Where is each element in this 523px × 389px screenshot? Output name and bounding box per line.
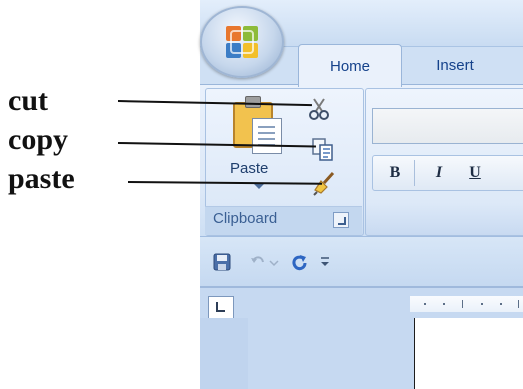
document-page[interactable]: [414, 318, 523, 389]
customize-toolbar-icon[interactable]: [318, 252, 332, 272]
undo-dropdown-icon[interactable]: [268, 252, 280, 272]
save-icon[interactable]: [212, 252, 232, 272]
bold-button[interactable]: B: [386, 162, 404, 184]
ruler-tick: [462, 300, 463, 308]
left-margin: [200, 318, 248, 389]
annotation-copy: copy: [8, 123, 68, 156]
paste-label: Paste: [230, 160, 269, 177]
clipboard-group-label: Clipboard: [213, 210, 278, 227]
font-name-field[interactable]: [372, 108, 523, 144]
annotation-cut: cut: [8, 84, 48, 117]
cut-icon[interactable]: [306, 96, 332, 122]
redo-icon[interactable]: [288, 252, 310, 272]
ruler-tick: [481, 303, 483, 305]
italic-button[interactable]: I: [430, 162, 448, 184]
ruler-tick: [443, 303, 445, 305]
underline-button[interactable]: U: [466, 162, 484, 184]
undo-icon[interactable]: [248, 252, 268, 272]
horizontal-ruler[interactable]: [410, 296, 523, 312]
tab-home[interactable]: Home: [298, 44, 402, 87]
annotation-paste: paste: [8, 162, 75, 195]
copy-icon[interactable]: [310, 136, 336, 162]
ruler-tick: [518, 300, 519, 308]
ruler-tick: [424, 303, 426, 305]
toolbar-separator: [414, 160, 415, 186]
clipboard-dialog-launcher-icon[interactable]: [333, 212, 349, 228]
paste-dropdown-arrow[interactable]: [254, 184, 264, 189]
tab-insert[interactable]: Insert: [412, 44, 498, 86]
office-logo-icon: [226, 26, 258, 58]
paste-sheet-icon: [252, 118, 282, 154]
tab-selector-icon[interactable]: [208, 296, 234, 320]
ruler-tick: [500, 303, 502, 305]
